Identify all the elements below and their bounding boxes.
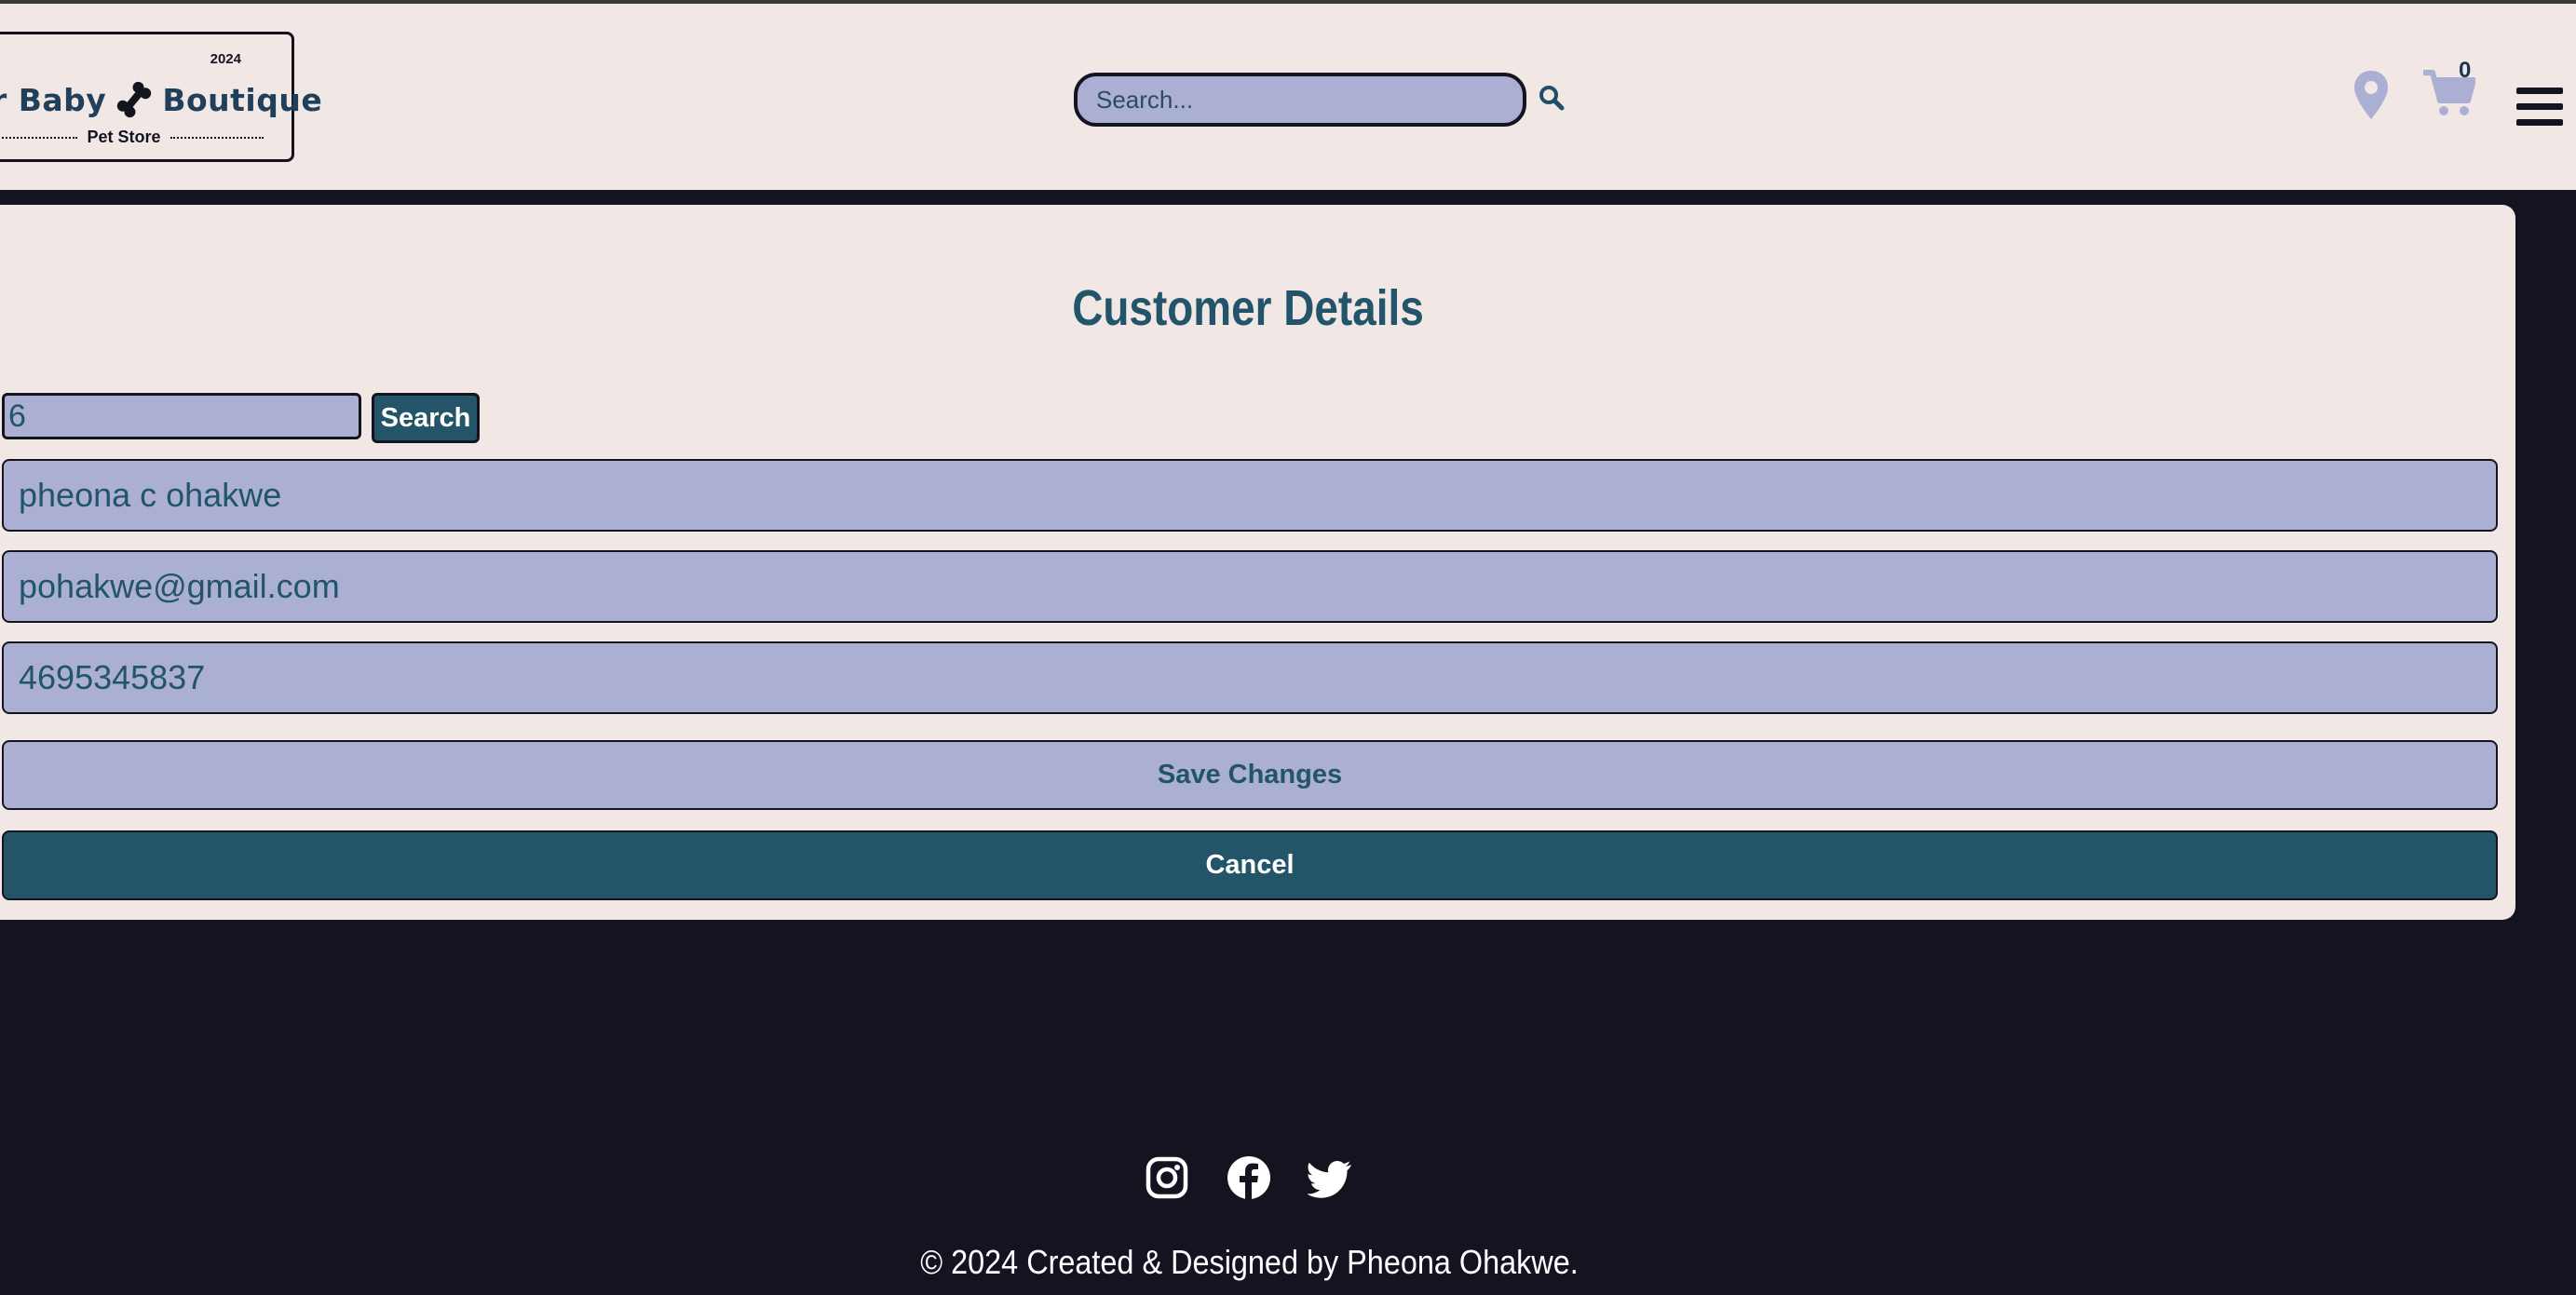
logo-name-part2: Boutique [162, 81, 323, 118]
page-title: Customer Details [1072, 280, 1424, 336]
phone-field[interactable] [2, 641, 2498, 714]
store-logo[interactable]: 2024 r Baby Boutique Pet Store [0, 32, 322, 162]
logo-divider [0, 136, 78, 139]
twitter-icon[interactable] [1308, 1154, 1354, 1201]
logo-year: 2024 [210, 51, 241, 67]
facebook-icon[interactable] [1226, 1154, 1272, 1201]
customer-details-panel: Customer Details Search Save Changes Can… [0, 205, 2515, 920]
search-button[interactable]: Search [372, 393, 480, 443]
email-field[interactable] [2, 550, 2498, 623]
site-header: 2024 r Baby Boutique Pet Store Search...… [0, 4, 2576, 190]
cancel-button[interactable]: Cancel [2, 830, 2498, 900]
logo-subtitle-row: Pet Store [0, 128, 264, 147]
hamburger-menu-icon[interactable] [2516, 88, 2563, 130]
logo-subtitle: Pet Store [87, 128, 161, 146]
cart-count-badge: 0 [2459, 58, 2472, 83]
logo-divider [169, 136, 264, 139]
customer-id-input[interactable] [2, 393, 361, 439]
logo-name-part1: r Baby [0, 81, 107, 118]
footer-copyright: © 2024 Created & Designed by Pheona Ohak… [920, 1243, 1579, 1281]
location-pin-icon[interactable] [2352, 69, 2390, 121]
search-icon[interactable] [1538, 84, 1566, 112]
instagram-icon[interactable] [1144, 1154, 1190, 1201]
logo-name: r Baby Boutique [0, 79, 322, 120]
bone-icon [117, 81, 152, 118]
search-input[interactable] [1074, 73, 1526, 127]
header-search [1074, 73, 1565, 127]
save-changes-button[interactable]: Save Changes [2, 740, 2498, 810]
name-field[interactable] [2, 459, 2498, 532]
